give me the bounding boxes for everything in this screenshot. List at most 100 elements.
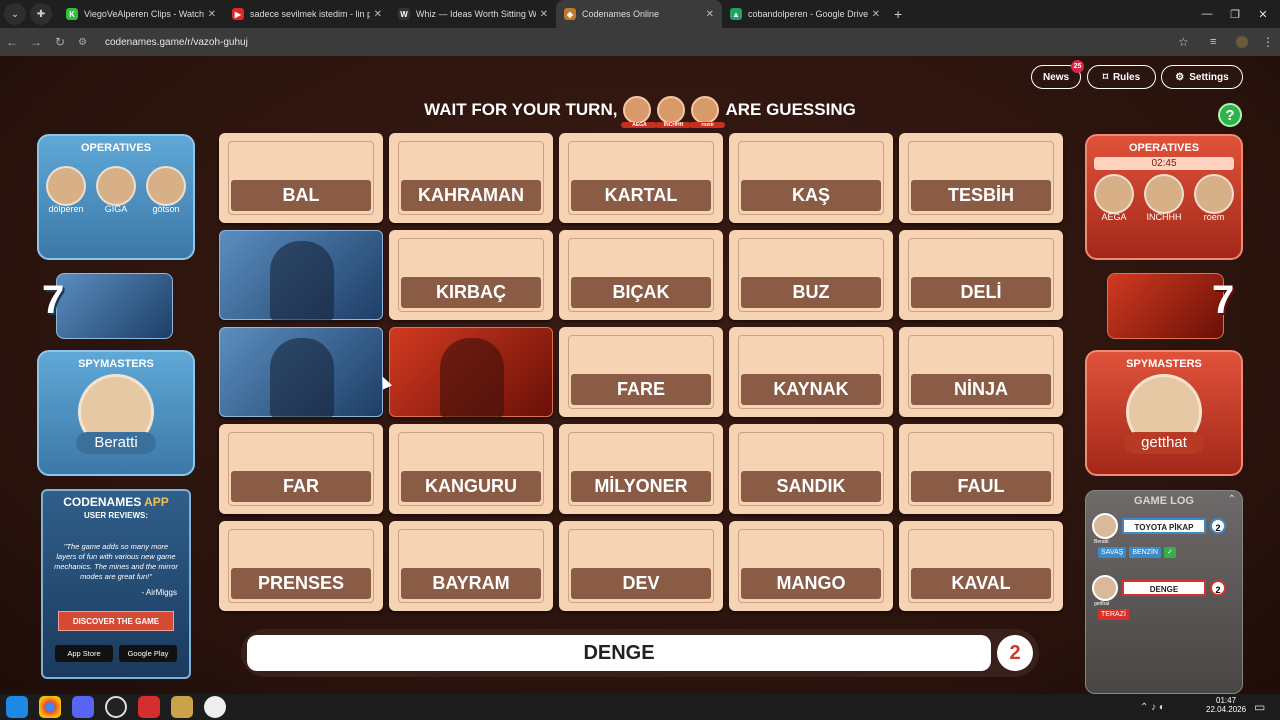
red-score-card xyxy=(1107,273,1224,339)
news-label: News xyxy=(1042,71,1070,83)
tab-title: ViegoVeAlperen Clips - Watch L xyxy=(84,9,204,19)
discover-game-button[interactable]: DISCOVER THE GAME xyxy=(58,611,174,631)
game-log[interactable]: GAME LOG ⌃ TOYOTA PİKAP 2 Beratti SAVAŞ … xyxy=(1085,490,1243,694)
chrome-icon[interactable] xyxy=(39,696,61,718)
word-card[interactable]: DEV xyxy=(559,521,723,611)
avatar-name: roem xyxy=(689,122,726,128)
chevron-up-icon[interactable]: ⌃ xyxy=(1228,494,1236,505)
log-clue: TOYOTA PİKAP xyxy=(1122,518,1206,534)
player[interactable]: GIGA xyxy=(94,166,138,214)
spymaster-name: Beratti xyxy=(76,432,156,454)
word-card[interactable]: NİNJA xyxy=(899,327,1063,417)
notification-icon[interactable]: ▭ xyxy=(1254,700,1265,714)
word-card[interactable]: FAUL xyxy=(899,424,1063,514)
player[interactable]: AEGA xyxy=(1092,174,1136,222)
word-card[interactable]: KAŞ xyxy=(729,133,893,223)
panel-title: SPYMASTERS xyxy=(1126,358,1202,370)
browser-tab[interactable]: W Whiz — Ideas Worth Sitting Wi ✕ xyxy=(390,0,556,28)
media-control-icon[interactable]: ≡ xyxy=(1210,36,1216,48)
app-store-button[interactable]: App Store xyxy=(55,645,113,662)
word-card[interactable]: FARE xyxy=(559,327,723,417)
word-card[interactable]: KANGURU xyxy=(389,424,553,514)
settings-label: Settings xyxy=(1189,71,1229,83)
browser-tab[interactable]: ◈ Codenames Online ✕ xyxy=(556,0,722,28)
close-tab-icon[interactable]: ✕ xyxy=(706,9,714,20)
app-icon[interactable] xyxy=(105,696,127,718)
word-card[interactable]: KAYNAK xyxy=(729,327,893,417)
browser-tab[interactable]: ▶ sadece sevilmek istedim - lin p ✕ xyxy=(224,0,390,28)
start-icon[interactable] xyxy=(6,696,28,718)
turn-suffix: ARE GUESSING xyxy=(725,100,856,119)
profile-icon[interactable] xyxy=(1236,36,1248,48)
app-icon[interactable] xyxy=(171,696,193,718)
card-word: BIÇAK xyxy=(571,277,711,308)
clue-bar: DENGE 2 xyxy=(241,629,1039,677)
discord-icon[interactable] xyxy=(72,696,94,718)
close-tab-icon[interactable]: ✕ xyxy=(374,9,382,20)
tab-title: Codenames Online xyxy=(582,9,660,19)
word-card[interactable]: BIÇAK xyxy=(559,230,723,320)
address-bar: ← → ↻ ⚙ codenames.game/r/vazoh-guhuj ☆ ≡… xyxy=(0,28,1280,56)
word-card[interactable]: MİLYONER xyxy=(559,424,723,514)
clock-time: 01:47 xyxy=(1216,696,1237,705)
card-word: FARE xyxy=(571,374,711,405)
browser-tab[interactable]: K ViegoVeAlperen Clips - Watch L ✕ xyxy=(58,0,224,28)
news-button[interactable]: News 25 xyxy=(1031,60,1084,89)
tray-icons[interactable]: ⌃ ♪ ◐ xyxy=(1140,702,1165,713)
help-button[interactable]: ? xyxy=(1218,103,1242,127)
word-card[interactable]: MANGO xyxy=(729,521,893,611)
codenames-game: News 25 ⌑ Rules ⚙ Settings WAIT FOR YOUR… xyxy=(0,56,1280,694)
word-card[interactable]: PRENSES xyxy=(219,521,383,611)
word-card[interactable]: KIRBAÇ xyxy=(389,230,553,320)
back-icon[interactable]: ← xyxy=(0,35,24,49)
tab-list-icon[interactable]: ⌄ xyxy=(4,3,26,25)
blue-spymasters-panel: SPYMASTERS Beratti xyxy=(37,350,195,476)
url-field[interactable]: codenames.game/r/vazoh-guhuj xyxy=(105,37,248,48)
favicon-icon: ▲ xyxy=(730,8,742,20)
close-tab-icon[interactable]: ✕ xyxy=(540,9,548,20)
card-word: DEV xyxy=(571,568,711,599)
card-word: FAR xyxy=(231,471,371,502)
tab-strip: K ViegoVeAlperen Clips - Watch L ✕ ▶ sadece … xyxy=(58,0,888,28)
word-card[interactable]: FAR xyxy=(219,424,383,514)
word-board: BAL KAHRAMAN KARTAL KAŞ TESBİH KIRBAÇ BIÇAK BUZ… xyxy=(219,133,1063,611)
word-card[interactable]: TESBİH xyxy=(899,133,1063,223)
new-tab-button[interactable]: + xyxy=(894,6,902,22)
tab-title: sadece sevilmek istedim - lin p xyxy=(250,9,370,19)
close-tab-icon[interactable]: ✕ xyxy=(872,9,880,20)
word-card[interactable]: SANDIK xyxy=(729,424,893,514)
close-window-icon[interactable]: ✕ xyxy=(1246,0,1280,28)
close-tab-icon[interactable]: ✕ xyxy=(208,9,216,20)
gear-icon: ⚙ xyxy=(1175,71,1185,83)
player[interactable]: dölperen xyxy=(44,166,88,214)
forward-icon[interactable]: → xyxy=(24,35,48,49)
avatar xyxy=(146,166,186,206)
word-card[interactable]: KAHRAMAN xyxy=(389,133,553,223)
player[interactable]: roem xyxy=(1192,174,1236,222)
menu-icon[interactable]: ⋮ xyxy=(1262,35,1274,49)
card-word: KARTAL xyxy=(571,180,711,211)
app-icon[interactable] xyxy=(204,696,226,718)
rules-button[interactable]: ⌑ Rules xyxy=(1087,65,1156,89)
extension-icon[interactable]: ✚ xyxy=(30,3,52,25)
log-clue-number: 2 xyxy=(1210,580,1226,596)
site-info-icon[interactable]: ⚙ xyxy=(78,37,87,48)
word-card[interactable]: KAVAL xyxy=(899,521,1063,611)
google-play-button[interactable]: Google Play xyxy=(119,645,177,662)
word-card[interactable]: BAYRAM xyxy=(389,521,553,611)
word-card[interactable]: DELİ xyxy=(899,230,1063,320)
settings-button[interactable]: ⚙ Settings xyxy=(1161,65,1243,89)
word-card[interactable]: BAL xyxy=(219,133,383,223)
reload-icon[interactable]: ↻ xyxy=(48,35,72,49)
player[interactable]: INCHHH xyxy=(1142,174,1186,222)
browser-tab[interactable]: ▲ cobandolperen - Google Drive ✕ xyxy=(722,0,888,28)
app-icon[interactable] xyxy=(138,696,160,718)
player[interactable]: götson xyxy=(144,166,188,214)
blue-score: 7 xyxy=(42,278,65,322)
bookmark-star-icon[interactable]: ☆ xyxy=(1178,35,1189,49)
word-card[interactable]: KARTAL xyxy=(559,133,723,223)
word-card[interactable]: BUZ xyxy=(729,230,893,320)
red-spymasters-panel: SPYMASTERS getthat xyxy=(1085,350,1243,476)
card-word: KAYNAK xyxy=(741,374,881,405)
card-word: FAUL xyxy=(911,471,1051,502)
